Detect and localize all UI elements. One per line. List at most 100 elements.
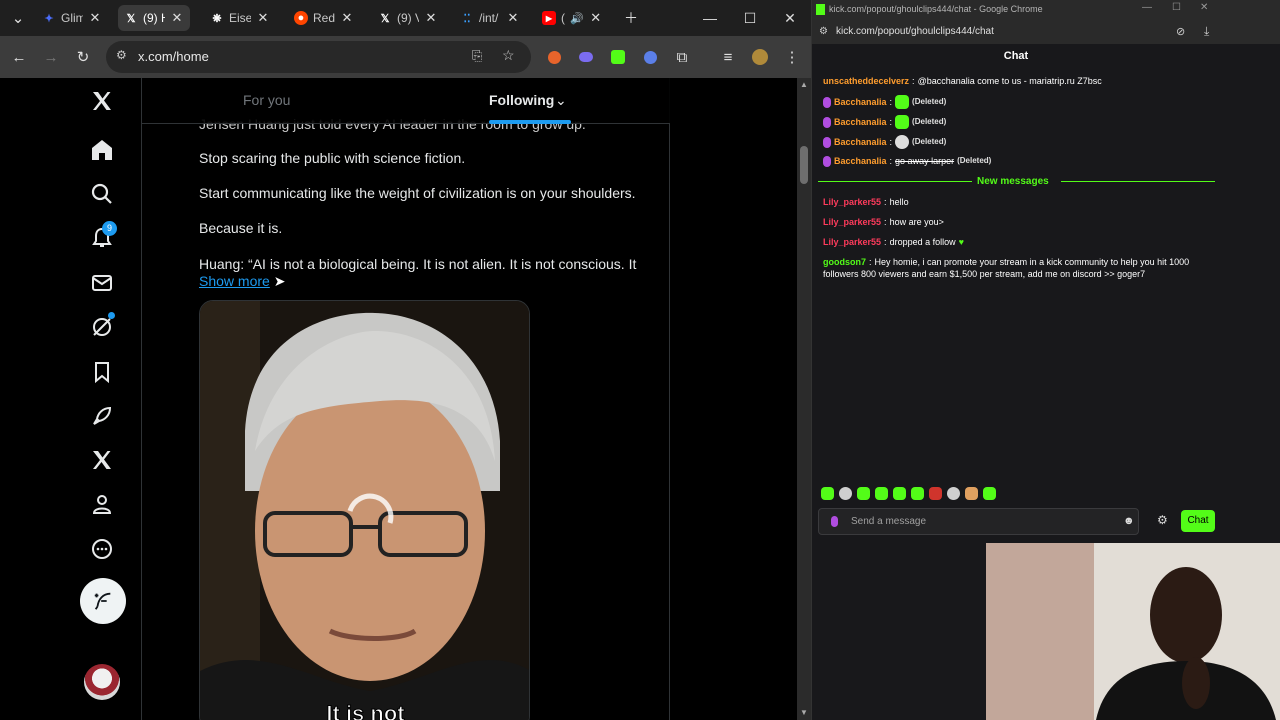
tweet-video[interactable]: It is not — [199, 300, 530, 720]
audio-playing-icon[interactable]: 🔊 — [570, 12, 584, 25]
close-icon[interactable]: ✕ — [88, 11, 102, 25]
microphone-badge-icon — [823, 136, 831, 148]
chat-username[interactable]: unscatheddecelverz — [823, 75, 909, 87]
deleted-marker: (Deleted) — [912, 117, 947, 126]
site-info-icon[interactable]: ⚙ — [819, 26, 828, 37]
rocket-icon[interactable] — [81, 395, 123, 437]
extension-shield-icon[interactable] — [639, 46, 661, 68]
chat-separator: : — [889, 137, 893, 147]
profile-person-icon[interactable] — [81, 483, 123, 525]
media-control-icon[interactable]: ≡ — [717, 46, 739, 68]
maximize-button[interactable]: ☐ — [740, 8, 760, 28]
emote-icon[interactable] — [911, 487, 924, 500]
kick-logo-icon — [816, 4, 825, 15]
x-logo-icon[interactable] — [81, 80, 123, 122]
new-tab-button[interactable]: ＋ — [621, 8, 641, 28]
emote-icon[interactable] — [839, 487, 852, 500]
chat-separator: : — [889, 156, 893, 166]
close-icon[interactable]: ✕ — [170, 11, 184, 25]
chat-message: Bacchanalia: (Deleted) — [823, 115, 946, 129]
maximize-button[interactable]: ☐ — [1172, 2, 1181, 13]
emote-icon[interactable] — [821, 487, 834, 500]
close-icon[interactable]: ✕ — [589, 11, 603, 25]
reload-icon[interactable]: ↻ — [72, 46, 94, 68]
notifications-bell-icon[interactable]: 9 — [81, 217, 123, 259]
chat-username[interactable]: Lily_parker55 — [823, 236, 881, 248]
tab-x-home[interactable]: 𝕏 (9) H ✕ — [118, 5, 190, 31]
chat-username[interactable]: Lily_parker55 — [823, 196, 881, 208]
youtube-icon: ▶ — [542, 11, 556, 25]
tab-x-2[interactable]: 𝕏 (9) V ✕ — [372, 5, 444, 31]
install-app-icon[interactable]: ⎘ — [472, 48, 482, 64]
chat-message: Lily_parker55: hello — [823, 196, 909, 208]
minimize-button[interactable]: — — [1142, 2, 1152, 13]
profile-avatar-icon[interactable] — [749, 46, 771, 68]
emote-icon[interactable] — [857, 487, 870, 500]
tab-int[interactable]: ⁚⁚ /int/ ✕ — [454, 5, 526, 31]
emote-icon[interactable] — [947, 487, 960, 500]
premium-x-icon[interactable] — [81, 439, 123, 481]
show-more-link[interactable]: Show more — [199, 273, 270, 289]
close-icon[interactable]: ✕ — [506, 11, 520, 25]
minimize-button[interactable]: — — [700, 8, 720, 28]
chat-username[interactable]: Bacchanalia — [834, 116, 887, 128]
chat-username[interactable]: goodson7 — [823, 256, 866, 268]
close-icon[interactable]: ✕ — [424, 11, 438, 25]
tab-following[interactable]: Following — [489, 92, 554, 108]
emote-icon[interactable] — [893, 487, 906, 500]
extension-blob-icon[interactable] — [575, 46, 597, 68]
grok-icon[interactable] — [81, 306, 123, 348]
close-window-button[interactable]: ✕ — [780, 8, 800, 28]
bookmarks-icon[interactable] — [81, 351, 123, 393]
extension-fox-icon[interactable] — [543, 46, 565, 68]
chat-separator: : — [884, 217, 887, 227]
close-icon[interactable]: ✕ — [340, 11, 354, 25]
eye-slash-icon[interactable]: ⊘ — [1176, 25, 1185, 38]
home-timeline: For you Following ⌄ Jensen Huang just to… — [141, 78, 670, 720]
site-info-icon[interactable]: ⚙ — [116, 48, 127, 62]
more-menu-icon[interactable]: ⋮ — [781, 46, 803, 68]
user-avatar[interactable] — [84, 664, 120, 700]
chat-settings-gear-icon[interactable]: ⚙ — [1157, 513, 1168, 527]
tweet-line: Start communicating like the weight of c… — [199, 185, 636, 201]
home-icon[interactable] — [81, 129, 123, 171]
chat-username[interactable]: Lily_parker55 — [823, 216, 881, 228]
chat-username[interactable]: Bacchanalia — [834, 96, 887, 108]
webcam-overlay — [986, 543, 1280, 720]
compose-post-button[interactable] — [80, 578, 126, 624]
more-circle-icon[interactable] — [81, 528, 123, 570]
emoji-picker-icon[interactable]: ☻ — [1123, 515, 1135, 527]
tab-glim[interactable]: ✦ Glim ✕ — [36, 5, 108, 31]
tab-search-icon[interactable]: ⌄ — [7, 7, 29, 29]
close-window-button[interactable]: ✕ — [1200, 2, 1208, 13]
forward-arrow-icon[interactable]: → — [40, 46, 62, 68]
chat-username[interactable]: Bacchanalia — [834, 136, 887, 148]
download-icon[interactable]: ⤓ — [1204, 24, 1209, 39]
emote-icon[interactable] — [965, 487, 978, 500]
page-scrollbar[interactable]: ▲ ▼ — [797, 78, 811, 720]
scroll-thumb[interactable] — [800, 146, 808, 184]
close-icon[interactable]: ✕ — [256, 11, 270, 25]
microphone-icon — [831, 516, 838, 527]
extensions-puzzle-icon[interactable]: ⧉ — [671, 46, 693, 68]
tab-youtube[interactable]: ▶ ( 🔊 ✕ — [536, 5, 609, 31]
chat-message-input[interactable]: Send a message ☻ — [818, 508, 1139, 535]
chat-separator: : — [884, 197, 887, 207]
chevron-down-icon[interactable]: ⌄ — [555, 92, 567, 109]
address-bar[interactable]: ⚙ x.com/home ⎘ ☆ — [106, 41, 531, 73]
back-arrow-icon[interactable]: ← — [8, 46, 30, 68]
tab-for-you[interactable]: For you — [243, 92, 290, 108]
explore-search-icon[interactable] — [81, 173, 123, 215]
tab-eisen[interactable]: ❋ Eisen ✕ — [204, 5, 276, 31]
chat-username[interactable]: Bacchanalia — [834, 155, 887, 167]
scroll-up-icon[interactable]: ▲ — [800, 80, 808, 89]
send-chat-button[interactable]: Chat — [1181, 510, 1215, 532]
emote-icon[interactable] — [983, 487, 996, 500]
emote-icon[interactable] — [929, 487, 942, 500]
extension-green-icon[interactable] — [607, 46, 629, 68]
emote-icon[interactable] — [875, 487, 888, 500]
bookmark-star-icon[interactable]: ☆ — [502, 47, 515, 64]
tab-reddit[interactable]: ● Redd ✕ — [288, 5, 360, 31]
scroll-down-icon[interactable]: ▼ — [800, 708, 808, 717]
messages-envelope-icon[interactable] — [81, 262, 123, 304]
